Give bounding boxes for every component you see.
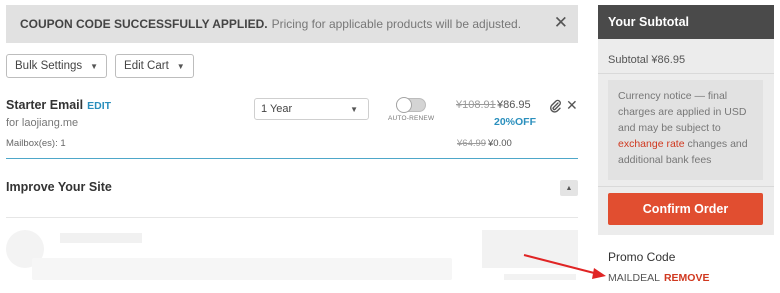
bulk-settings-button[interactable]: Bulk Settings ▼ [6, 54, 108, 78]
chevron-down-icon: ▼ [176, 61, 185, 71]
skeleton-line [60, 233, 142, 243]
auto-renew-toggle[interactable] [396, 97, 426, 113]
coupon-notice-banner: COUPON CODE SUCCESSFULLY APPLIED. Pricin… [6, 5, 578, 43]
bulk-settings-label: Bulk Settings [15, 60, 83, 72]
currency-notice-text: Currency notice — final charges are appl… [618, 90, 747, 134]
toggle-knob [396, 97, 412, 113]
improve-site-heading: Improve Your Site [6, 180, 112, 194]
item-divider [6, 158, 578, 159]
subtotal-sidebar: Your Subtotal Subtotal ¥86.95 Currency n… [598, 5, 774, 235]
cart-item-row: Starter Email EDIT for laojiang.me Mailbo… [6, 97, 578, 158]
improve-divider [6, 217, 578, 218]
currency-notice: Currency notice — final charges are appl… [608, 80, 763, 180]
cart-toolbar: Bulk Settings ▼ Edit Cart ▼ [6, 54, 194, 78]
coupon-notice-text: Pricing for applicable products will be … [271, 17, 522, 31]
period-select-value: 1 Year [261, 103, 293, 115]
coupon-notice-title: COUPON CODE SUCCESSFULLY APPLIED. [20, 17, 268, 31]
sidebar-divider [598, 186, 774, 187]
auto-renew-label: AUTO-RENEW [388, 115, 435, 122]
current-price: ¥86.95 [497, 99, 531, 111]
period-select[interactable]: 1 Year ▼ [254, 98, 369, 120]
promo-code-value: MAILDEAL [608, 272, 660, 284]
sidebar-title: Your Subtotal [598, 5, 774, 39]
remove-item-icon[interactable]: ✕ [566, 97, 578, 114]
product-name: Starter Email EDIT [6, 98, 111, 112]
promo-code-line: MAILDEAL REMOVE [608, 272, 709, 284]
remove-promo-link[interactable]: REMOVE [664, 272, 710, 284]
edit-cart-button[interactable]: Edit Cart ▼ [115, 54, 194, 78]
close-icon[interactable]: ✕ [554, 14, 568, 31]
mailbox-original-price: ¥64.99 [457, 138, 487, 149]
confirm-order-button[interactable]: Confirm Order [608, 193, 763, 225]
edit-product-link[interactable]: EDIT [87, 100, 111, 112]
chevron-up-icon: ▲ [565, 184, 573, 192]
product-name-text: Starter Email [6, 98, 84, 112]
paperclip-icon-svg [550, 99, 561, 113]
promo-code-heading: Promo Code [608, 250, 676, 264]
chevron-down-icon: ▼ [350, 105, 358, 114]
exchange-rate-link[interactable]: exchange rate [618, 138, 685, 150]
mailbox-count: Mailbox(es): 1 [6, 138, 66, 149]
discount-badge: 20%OFF [494, 116, 537, 128]
collapse-improve-button[interactable]: ▲ [560, 180, 578, 196]
chevron-down-icon: ▼ [90, 61, 99, 71]
skeleton-line [32, 258, 452, 280]
product-domain: for laojiang.me [6, 117, 79, 129]
mailbox-current-price: ¥0.00 [488, 138, 512, 149]
edit-cart-label: Edit Cart [124, 60, 169, 72]
annotation-arrow-icon [523, 254, 606, 279]
paperclip-icon[interactable] [549, 99, 561, 116]
subtotal-amount: Subtotal ¥86.95 [608, 54, 686, 66]
original-price: ¥108.91 [456, 99, 496, 111]
sidebar-divider [598, 73, 774, 74]
